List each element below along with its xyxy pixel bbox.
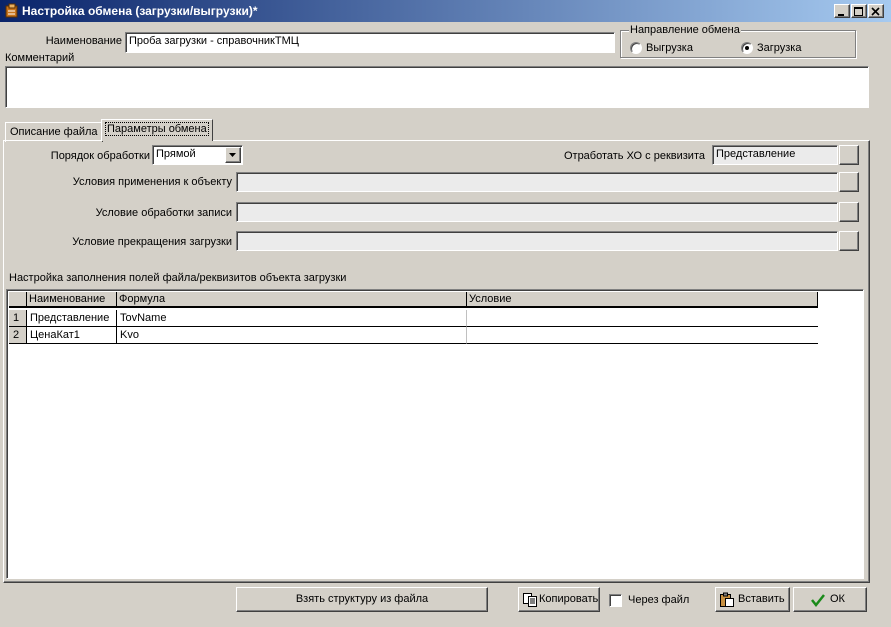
- process-select-button[interactable]: [839, 145, 859, 165]
- title-bar[interactable]: Настройка обмена (загрузки/выгрузки)*: [0, 0, 891, 22]
- table-header-condition[interactable]: Условие: [467, 292, 818, 308]
- record-select-button[interactable]: [839, 202, 859, 222]
- minimize-icon: [838, 14, 844, 16]
- table-cell-name[interactable]: ЦенаКат1: [27, 327, 117, 344]
- copy-icon: [523, 593, 537, 607]
- process-input[interactable]: Представление: [712, 145, 838, 165]
- apply-input[interactable]: [236, 172, 838, 192]
- stop-input[interactable]: [236, 231, 838, 251]
- fields-table[interactable]: Наименование Формула Условие 1 Представл…: [6, 289, 864, 579]
- stop-select-button[interactable]: [839, 231, 859, 251]
- paste-button[interactable]: Вставить: [715, 587, 790, 612]
- tab-exchange-params-label: Параметры обмена: [105, 122, 209, 136]
- table-row-index: 1: [9, 310, 27, 327]
- copy-button[interactable]: Копировать: [518, 587, 600, 612]
- close-icon: [871, 7, 880, 16]
- tab-file-description-label: Описание файла: [10, 126, 98, 138]
- paste-label: Вставить: [738, 593, 785, 605]
- table-cell-formula[interactable]: TovName: [117, 310, 467, 327]
- radio-import[interactable]: [741, 42, 753, 54]
- via-file-checkbox[interactable]: [609, 594, 622, 607]
- radio-export[interactable]: [630, 42, 642, 54]
- maximize-icon: [854, 7, 863, 16]
- radio-export-label[interactable]: Выгрузка: [646, 42, 693, 54]
- checkmark-icon: [811, 594, 825, 608]
- table-cell-formula[interactable]: Kvo: [117, 327, 467, 344]
- name-label: Наименование: [45, 35, 122, 47]
- maximize-button[interactable]: [851, 4, 867, 18]
- table-cell-condition[interactable]: [467, 310, 818, 327]
- record-label: Условие обработки записи: [95, 207, 232, 219]
- load-structure-button[interactable]: Взять структуру из файла: [236, 587, 488, 612]
- table-cell-name[interactable]: Представление: [27, 310, 117, 327]
- table-body: Наименование Формула Условие 1 Представл…: [9, 292, 819, 344]
- app-icon: [4, 3, 20, 19]
- process-label: Отработать ХО с реквизита: [563, 150, 705, 162]
- order-select[interactable]: Прямой: [152, 145, 243, 165]
- minimize-button[interactable]: [834, 4, 850, 18]
- tab-exchange-params[interactable]: Параметры обмена: [101, 119, 213, 141]
- table-cell-condition[interactable]: [467, 327, 818, 344]
- name-input-value: Проба загрузки - справочникТМЦ: [129, 35, 299, 47]
- close-button[interactable]: [868, 4, 884, 18]
- radio-import-label[interactable]: Загрузка: [757, 42, 801, 54]
- via-file-label[interactable]: Через файл: [628, 594, 689, 606]
- window-title: Настройка обмена (загрузки/выгрузки)*: [22, 4, 258, 18]
- order-select-value: Прямой: [156, 148, 196, 160]
- table-header-formula[interactable]: Формула: [117, 292, 467, 308]
- load-structure-label: Взять структуру из файла: [295, 593, 429, 605]
- process-input-value: Представление: [716, 148, 796, 160]
- chevron-down-icon: [229, 153, 236, 157]
- apply-label: Условия применения к объекту: [72, 176, 232, 188]
- record-input[interactable]: [236, 202, 838, 222]
- table-title: Настройка заполнения полей файла/реквизи…: [9, 272, 347, 284]
- name-input[interactable]: Проба загрузки - справочникТМЦ: [125, 32, 615, 53]
- copy-label: Копировать: [539, 593, 599, 605]
- ok-button[interactable]: ОК: [793, 587, 867, 612]
- table-header-index: [9, 292, 27, 308]
- table-header-name[interactable]: Наименование: [27, 292, 117, 308]
- tab-file-description[interactable]: Описание файла: [5, 122, 103, 142]
- table-row-index: 2: [9, 327, 27, 344]
- apply-select-button[interactable]: [839, 172, 859, 192]
- order-dropdown-button[interactable]: [225, 147, 241, 163]
- paste-icon: [720, 592, 734, 607]
- ok-label: ОК: [830, 593, 845, 605]
- order-label: Порядок обработки: [50, 150, 150, 162]
- direction-group-label: Направление обмена: [629, 24, 741, 36]
- stop-label: Условие прекращения загрузки: [72, 236, 232, 248]
- comment-label: Комментарий: [5, 52, 75, 64]
- comment-textarea[interactable]: [5, 66, 869, 108]
